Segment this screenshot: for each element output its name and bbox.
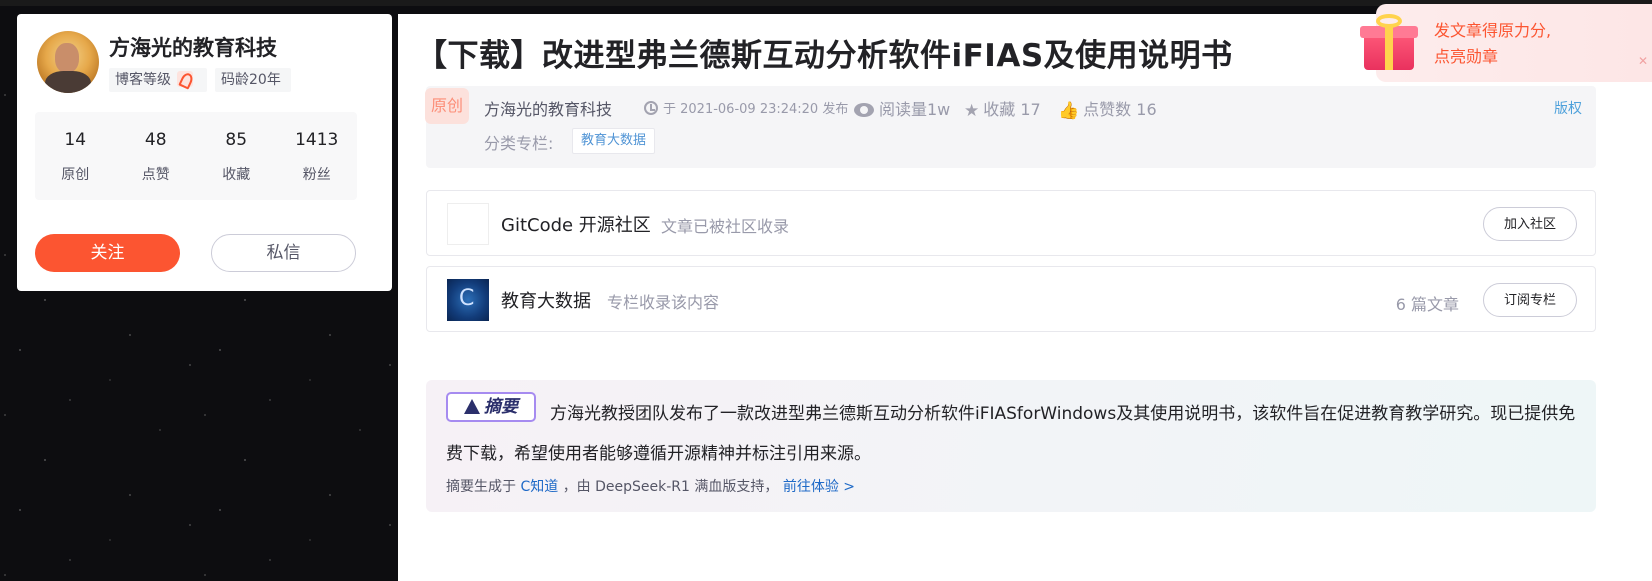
column-logo[interactable]: [447, 279, 489, 321]
close-icon[interactable]: ✕: [1638, 54, 1648, 68]
join-community-button[interactable]: 加入社区: [1483, 207, 1577, 241]
stat-likes[interactable]: 48 点赞: [116, 112, 197, 200]
eye-icon: [854, 103, 874, 117]
summary-text: 方海光教授团队发布了一款改进型弗兰德斯互动分析软件iFIASforWindows…: [446, 404, 1576, 464]
coding-age-tag: 码龄20年: [215, 68, 291, 92]
avatar[interactable]: [37, 31, 99, 93]
publish-time: 于 2021-06-09 23:24:20 发布: [644, 98, 848, 117]
article-title: 【下载】改进型弗兰德斯互动分析软件iFIAS及使用说明书: [416, 38, 1233, 74]
community-row: GitCode 开源社区 文章已被社区收录 加入社区: [426, 190, 1596, 256]
stat-fans[interactable]: 1413 粉丝: [277, 112, 358, 200]
read-count: 阅读量1w: [854, 96, 950, 120]
promo-line-2: 点亮勋章: [1434, 47, 1499, 66]
like-count[interactable]: 👍 点赞数 16: [1058, 96, 1157, 121]
promo-banner[interactable]: 发文章得原力分, 点亮勋章 ✕: [1360, 4, 1652, 82]
copyright-link[interactable]: 版权: [1554, 98, 1582, 118]
stat-number: 85: [225, 130, 248, 150]
favorite-count-text: 收藏 17: [983, 100, 1041, 119]
meta-author-link[interactable]: 方海光的教育科技: [484, 96, 612, 120]
stat-label: 原创: [61, 167, 90, 183]
original-badge: 原创: [425, 88, 469, 124]
category-tag[interactable]: 教育大数据: [572, 128, 656, 154]
summary-foot-prefix: 摘要生成于: [446, 479, 516, 495]
like-count-text: 点赞数 16: [1083, 100, 1157, 119]
private-message-button[interactable]: 私信: [211, 234, 356, 272]
column-name[interactable]: 教育大数据: [501, 287, 591, 313]
column-desc: 专栏收录该内容: [607, 293, 720, 312]
stat-number: 48: [144, 130, 167, 150]
blog-level-tag[interactable]: 博客等级: [109, 68, 207, 92]
category-label: 分类专栏:: [484, 134, 554, 153]
article-meta-bar: 原创 方海光的教育科技 于 2021-06-09 23:24:20 发布 阅读量…: [425, 86, 1596, 168]
author-name[interactable]: 方海光的教育科技: [109, 32, 277, 62]
clock-icon: [644, 101, 658, 115]
promo-text: 发文章得原力分, 点亮勋章: [1434, 18, 1551, 70]
avatar-face: [55, 43, 79, 73]
promo-line-1: 发文章得原力分,: [1434, 21, 1552, 40]
author-stats: 14 原创 48 点赞 85 收藏 1413 粉丝: [35, 112, 357, 200]
try-it-link[interactable]: 前往体验 >: [783, 479, 855, 495]
subscribe-column-button[interactable]: 订阅专栏: [1483, 283, 1577, 317]
follow-button[interactable]: 关注: [35, 234, 180, 272]
star-icon: ★: [964, 101, 980, 121]
stat-label: 收藏: [222, 167, 251, 183]
favorite-count[interactable]: ★ 收藏 17: [964, 96, 1041, 121]
summary-footer: 摘要生成于 C知道 ，由 DeepSeek-R1 满血版支持， 前往体验 >: [446, 476, 855, 496]
article-main: 【下载】改进型弗兰德斯互动分析软件iFIAS及使用说明书 原创 方海光的教育科技…: [398, 14, 1652, 581]
stat-label: 点赞: [141, 167, 170, 183]
summary-foot-middle: ，由 DeepSeek-R1 满血版支持，: [562, 479, 779, 495]
stat-favorites[interactable]: 85 收藏: [196, 112, 277, 200]
read-count-text: 阅读量1w: [879, 100, 951, 119]
thumb-up-icon: 👍: [1058, 101, 1080, 121]
avatar-body: [45, 71, 91, 93]
level-badge-icon: [177, 71, 193, 87]
gift-bow: [1376, 14, 1402, 28]
column-row: 教育大数据 专栏收录该内容 6 篇文章 订阅专栏: [426, 266, 1596, 332]
author-profile-card: 方海光的教育科技 博客等级 码龄20年 14 原创 48 点赞 85 收藏 14…: [17, 14, 392, 291]
stat-number: 14: [64, 130, 87, 150]
stat-original[interactable]: 14 原创: [35, 112, 116, 200]
stat-label: 粉丝: [302, 167, 331, 183]
community-desc: 文章已被社区收录: [661, 217, 790, 236]
c-zhidao-link[interactable]: C知道: [520, 479, 558, 495]
gitcode-logo[interactable]: [447, 203, 489, 245]
community-name[interactable]: GitCode 开源社区: [501, 211, 651, 237]
gift-box-icon: [1358, 14, 1420, 70]
blog-level-label: 博客等级: [115, 72, 171, 88]
gift-ribbon: [1385, 26, 1393, 70]
stat-number: 1413: [295, 130, 339, 150]
ai-summary-box: 摘要 方海光教授团队发布了一款改进型弗兰德斯互动分析软件iFIASforWind…: [426, 380, 1596, 512]
publish-time-text: 于 2021-06-09 23:24:20 发布: [663, 102, 849, 117]
column-article-count: 6 篇文章: [1395, 295, 1459, 314]
